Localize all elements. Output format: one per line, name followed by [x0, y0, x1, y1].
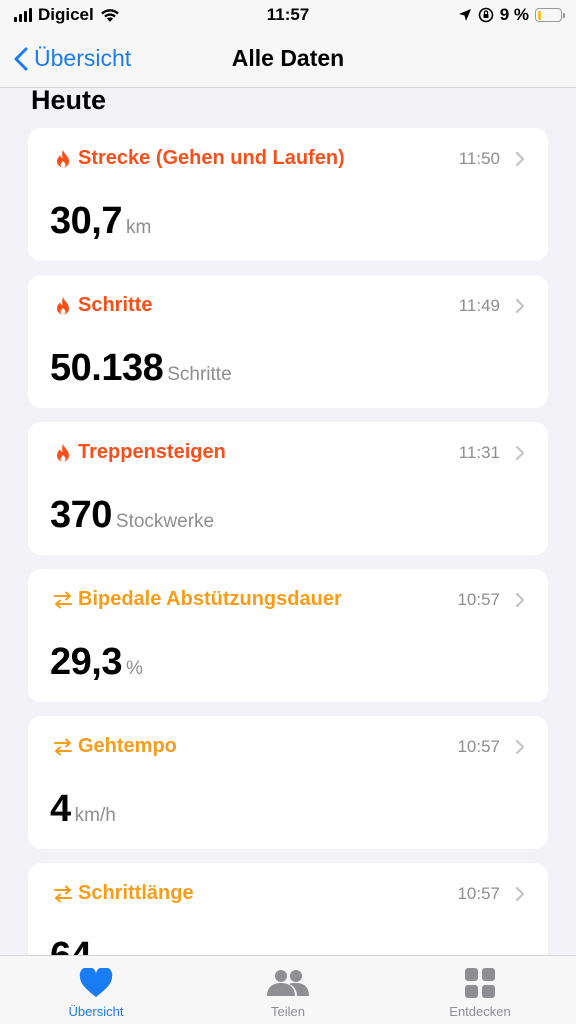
tab-label: Entdecken: [449, 1004, 511, 1019]
card-time: 11:49: [458, 295, 500, 315]
tab-sharing[interactable]: Teilen: [192, 956, 384, 1024]
status-left: Digicel: [14, 5, 120, 25]
data-card-step-length[interactable]: Schrittlänge 10:57 64: [28, 863, 548, 955]
card-unit: km/h: [74, 805, 116, 826]
card-title: Treppensteigen: [78, 441, 226, 463]
card-time: 11:31: [458, 442, 500, 462]
card-time: 10:57: [457, 589, 500, 609]
card-unit: Schritte: [167, 364, 232, 385]
heart-icon: [79, 968, 113, 997]
card-value: 64: [50, 935, 92, 955]
battery-percent: 9 %: [499, 5, 529, 24]
location-arrow-icon: [458, 9, 471, 21]
tab-bar: Übersicht Teilen Entdecken: [0, 955, 576, 1024]
walking-arrows-icon: [52, 589, 74, 611]
card-title: Bipedale Abstützungsdauer: [78, 588, 342, 610]
tab-label: Teilen: [271, 1004, 305, 1019]
card-time: 10:57: [457, 736, 500, 756]
data-card-steps[interactable]: Schritte 11:49 50.138 Schritte: [28, 275, 548, 408]
status-bar: Digicel 11:57 9 %: [0, 0, 576, 30]
tab-browse[interactable]: Entdecken: [384, 956, 576, 1024]
card-value: 30,7: [50, 200, 122, 242]
chevron-right-icon: [515, 298, 525, 313]
people-icon: [267, 970, 309, 996]
card-title: Gehtempo: [78, 735, 177, 757]
card-title: Schritte: [78, 294, 153, 316]
card-time: 11:50: [458, 148, 500, 168]
chevron-right-icon: [515, 739, 525, 754]
section-title: Heute: [31, 89, 107, 115]
wifi-icon: [100, 8, 119, 22]
orientation-lock-icon: [478, 7, 494, 23]
card-value: 370: [50, 494, 112, 536]
card-unit: km: [125, 217, 152, 238]
data-list[interactable]: Heute Strecke (Gehen und Laufen) 11:50 3…: [0, 89, 576, 955]
chevron-left-icon: [14, 47, 28, 70]
cellular-signal-icon: [14, 8, 32, 22]
back-button-label: Übersicht: [34, 45, 132, 71]
card-title: Schrittlänge: [78, 882, 194, 904]
card-time: 10:57: [457, 883, 500, 903]
chevron-right-icon: [515, 592, 525, 607]
navigation-bar: Übersicht Alle Daten: [0, 30, 576, 88]
card-unit: Stockwerke: [115, 511, 215, 532]
chevron-right-icon: [515, 886, 525, 901]
status-right: 9 %: [458, 5, 565, 25]
card-value: 50.138: [50, 347, 164, 389]
data-card-double-support-time[interactable]: Bipedale Abstützungsdauer 10:57 29,3 %: [28, 569, 548, 702]
flame-icon: [52, 148, 74, 170]
back-button[interactable]: Übersicht: [14, 45, 131, 72]
walking-arrows-icon: [52, 883, 74, 905]
card-value: 4: [50, 788, 71, 830]
battery-level: [537, 10, 542, 20]
card-value: 29,3: [50, 641, 122, 683]
flame-icon: [52, 442, 74, 464]
battery-icon: [535, 8, 565, 22]
card-unit: %: [125, 658, 143, 679]
card-title: Strecke (Gehen und Laufen): [78, 147, 345, 169]
data-card-flights-climbed[interactable]: Treppensteigen 11:31 370 Stockwerke: [28, 422, 548, 555]
chevron-right-icon: [515, 151, 525, 166]
flame-icon: [52, 295, 74, 317]
data-card-distance[interactable]: Strecke (Gehen und Laufen) 11:50 30,7 km: [28, 128, 548, 261]
walking-arrows-icon: [52, 736, 74, 758]
chevron-right-icon: [515, 445, 525, 460]
tab-label: Übersicht: [68, 1004, 124, 1019]
tab-summary[interactable]: Übersicht: [0, 956, 192, 1024]
data-card-walking-speed[interactable]: Gehtempo 10:57 4 km/h: [28, 716, 548, 849]
grid-icon: [465, 968, 495, 998]
carrier-name: Digicel: [38, 5, 94, 24]
